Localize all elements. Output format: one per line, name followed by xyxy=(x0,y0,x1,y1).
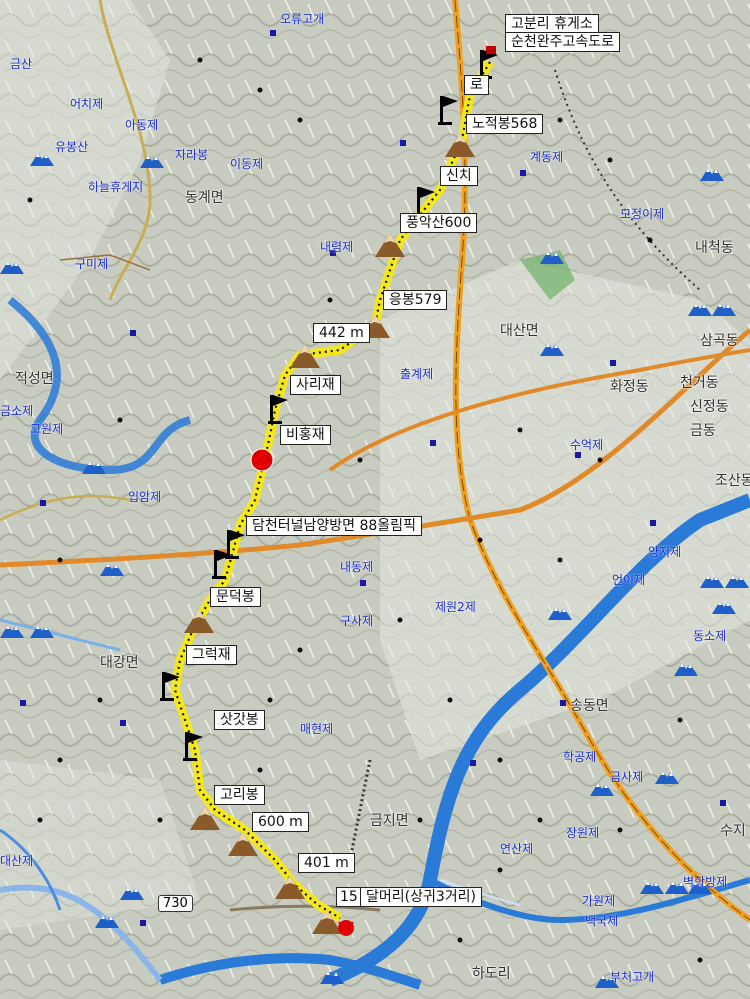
place-label: 매현제 xyxy=(300,722,334,736)
label-goribong[interactable]: 고리봉 xyxy=(214,785,265,805)
hiking-map[interactable]: 금산 어치제 유봉산 아동제 자라봉 하늘휴게지 이동제 동계면 구미제 내렴제… xyxy=(0,0,750,999)
place-label: 학공제 xyxy=(563,750,597,764)
place-label: 아동제 xyxy=(125,118,159,132)
place-label: 내척동 xyxy=(695,240,734,256)
place-label: 금산 xyxy=(10,57,33,71)
place-label: 신정동 xyxy=(690,399,729,415)
label-tunnel[interactable]: 담천터널남양방면 88올림픽 xyxy=(246,516,422,536)
label-bihongjae[interactable]: 비홍재 xyxy=(280,425,331,445)
place-label: 출계제 xyxy=(400,367,434,381)
place-label: 천거동 xyxy=(680,375,719,391)
place-label: 오류고개 xyxy=(280,12,325,26)
place-label: 수억제 xyxy=(570,438,604,452)
place-label: 이동제 xyxy=(230,157,264,171)
label-nojeokbong[interactable]: 노적봉568 xyxy=(466,114,544,134)
place-label: 적성면 xyxy=(15,371,54,387)
place-label: 내렴제 xyxy=(320,240,354,254)
place-label: 양지제 xyxy=(648,545,682,559)
place-label: 조산동 xyxy=(715,473,750,489)
place-label: 부처고개 xyxy=(610,970,655,984)
label-peak-401[interactable]: 401 m xyxy=(298,853,355,873)
label-sinchi[interactable]: 신치 xyxy=(440,166,478,186)
place-label: 모정이제 xyxy=(620,207,665,221)
place-label: 벽학방제 xyxy=(683,875,728,889)
place-label: 대강면 xyxy=(100,655,139,671)
label-pass-ro[interactable]: 로 xyxy=(464,75,489,95)
place-label: 계동제 xyxy=(530,150,564,164)
place-label: 금지면 xyxy=(370,813,409,829)
road-shield-730: 730 xyxy=(158,895,193,912)
place-label: 어치제 xyxy=(70,97,104,111)
map-terrain xyxy=(0,0,750,999)
place-label: 내동제 xyxy=(340,560,374,574)
place-label: 가원제 xyxy=(582,894,616,908)
place-label: 제원2제 xyxy=(435,600,476,614)
place-label: 금소제 xyxy=(0,404,34,418)
current-position-marker xyxy=(250,448,274,472)
place-label: 삼곡동 xyxy=(700,333,739,349)
label-peak-600[interactable]: 600 m xyxy=(252,812,309,832)
place-label: 하도리 xyxy=(472,966,511,982)
label-geuraekjae[interactable]: 그럭재 xyxy=(186,645,237,665)
place-label: 대산면 xyxy=(500,323,539,339)
label-end-point[interactable]: 달머리(상귀3거리) xyxy=(360,887,482,907)
place-label: 백국제 xyxy=(585,914,619,928)
place-label: 고원제 xyxy=(30,422,64,436)
place-label: 송동면 xyxy=(570,698,609,714)
place-label: 구미제 xyxy=(75,257,109,271)
label-eungbong[interactable]: 응봉579 xyxy=(383,290,448,310)
place-label: 유봉산 xyxy=(55,140,89,154)
place-label: 입암제 xyxy=(128,490,162,504)
label-sarijae[interactable]: 사리재 xyxy=(290,375,341,395)
label-end-number: 15 xyxy=(336,887,362,907)
place-label: 수지 xyxy=(720,823,746,839)
place-label: 장원제 xyxy=(566,826,600,840)
label-peak-442[interactable]: 442 m xyxy=(313,323,370,343)
place-label: 언이제 xyxy=(612,573,646,587)
place-label: 동소제 xyxy=(693,629,727,643)
place-label: 구사제 xyxy=(340,614,374,628)
label-bundeokbong[interactable]: 문덕봉 xyxy=(210,587,261,607)
label-pungaksan[interactable]: 풍악산600 xyxy=(400,213,478,233)
place-label: 하늘휴게지 xyxy=(88,180,144,194)
place-label: 동계면 xyxy=(185,190,224,206)
place-label: 금사제 xyxy=(610,770,644,784)
label-highway[interactable]: 순천완주고속도로 xyxy=(505,32,621,52)
place-label: 자라봉 xyxy=(175,148,209,162)
place-label: 연산제 xyxy=(500,842,534,856)
place-label: 대산제 xyxy=(0,854,34,868)
place-label: 금동 xyxy=(690,423,716,439)
label-satgatbong[interactable]: 삿갓봉 xyxy=(214,710,265,730)
place-label: 화정동 xyxy=(610,379,649,395)
label-start-parking[interactable]: 고분리 휴게소 xyxy=(505,14,599,34)
